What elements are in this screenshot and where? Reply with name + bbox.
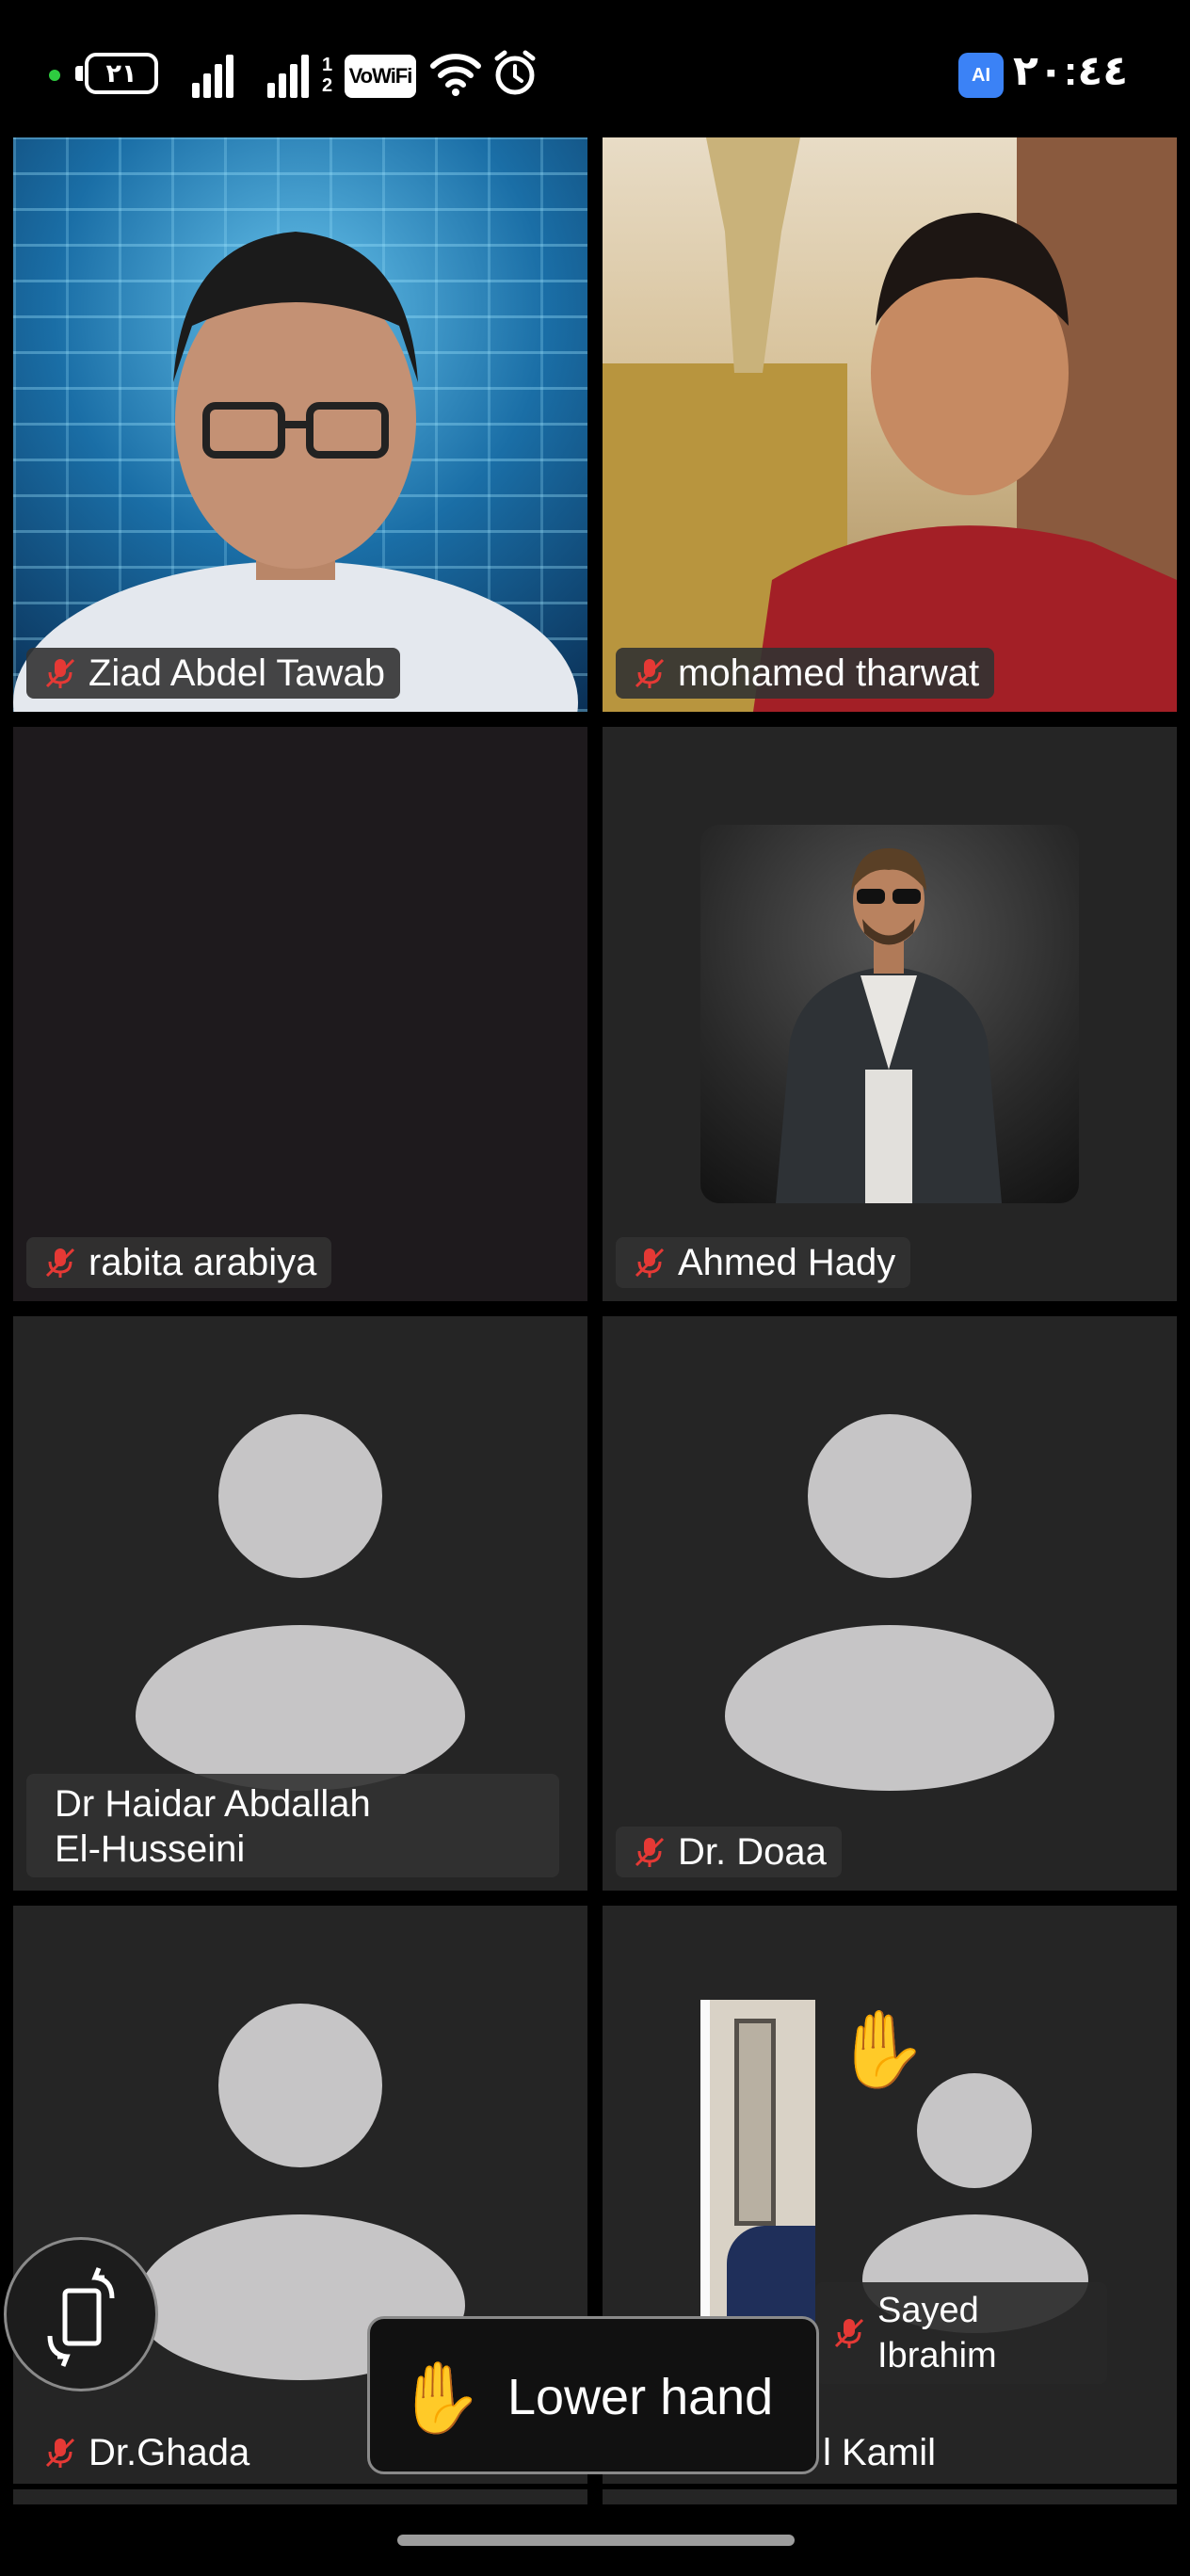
sim2-label: 12 bbox=[322, 55, 333, 96]
name-tag: Dr Haidar Abdallah El-Husseini bbox=[26, 1774, 559, 1877]
participant-name-line2: El-Husseini bbox=[55, 1828, 246, 1870]
vowifi-icon: VoWiFi bbox=[345, 55, 416, 98]
participant-name: Dr. Doaa bbox=[678, 1831, 827, 1873]
name-tag: Dr. Doaa bbox=[616, 1827, 842, 1877]
participant-name: rabita arabiya bbox=[88, 1242, 317, 1283]
participant-name: Ziad Abdel Tawab bbox=[88, 652, 386, 694]
pip-name-tag: Sayed Ibrahim bbox=[815, 2282, 1107, 2384]
mic-muted-icon bbox=[635, 1837, 665, 1867]
rotate-screen-button[interactable] bbox=[4, 2237, 158, 2391]
participant-tile-mohamed[interactable]: mohamed tharwat bbox=[603, 137, 1177, 712]
name-tag: mohamed tharwat bbox=[616, 648, 995, 699]
pip-name-line2: Ibrahim bbox=[877, 2336, 997, 2375]
mic-muted-icon bbox=[635, 658, 665, 688]
alarm-icon bbox=[494, 50, 536, 95]
avatar-placeholder bbox=[218, 1414, 382, 1578]
name-tag: l Kamil bbox=[823, 2427, 951, 2478]
name-tag: Ziad Abdel Tawab bbox=[26, 648, 401, 699]
status-bar: ٢١ 12 VoWiFi AI ٢٠:٤٤ bbox=[0, 0, 1190, 132]
participant-tile-doaa[interactable]: Dr. Doaa bbox=[603, 1316, 1177, 1891]
participant-name: l Kamil bbox=[823, 2432, 937, 2473]
mic-muted-icon bbox=[45, 2438, 75, 2468]
signal-icon-sim2 bbox=[267, 49, 314, 98]
mic-muted-icon bbox=[45, 658, 75, 688]
participant-tile-haidar[interactable]: Dr Haidar Abdallah El-Husseini bbox=[13, 1316, 587, 1891]
avatar-placeholder bbox=[808, 1414, 972, 1578]
participant-video bbox=[700, 2000, 815, 2337]
mic-muted-icon bbox=[45, 1248, 75, 1278]
name-tag: Ahmed Hady bbox=[616, 1237, 911, 1288]
clock: ٢٠:٤٤ bbox=[1013, 48, 1129, 94]
participant-name-line1: Dr Haidar Abdallah bbox=[55, 1783, 371, 1825]
profile-photo bbox=[700, 825, 1079, 1203]
battery-icon: ٢١ bbox=[85, 53, 158, 94]
wifi-icon bbox=[430, 54, 481, 96]
mic-muted-icon bbox=[834, 2318, 864, 2348]
participant-video bbox=[603, 137, 1177, 712]
lower-hand-button[interactable]: ✋ Lower hand bbox=[367, 2316, 819, 2474]
participant-tile-ziad[interactable]: Ziad Abdel Tawab bbox=[13, 137, 587, 712]
camera-indicator-dot bbox=[49, 70, 60, 81]
raised-hand-icon: ✋ bbox=[834, 2007, 928, 2091]
participant-name: Dr.Ghada bbox=[88, 2432, 250, 2473]
name-tag: Dr.Ghada bbox=[26, 2427, 265, 2478]
participant-name: Ahmed Hady bbox=[678, 1242, 896, 1283]
signal-icon-sim1 bbox=[192, 49, 239, 98]
pip-name-line1: Sayed bbox=[877, 2291, 979, 2330]
home-indicator[interactable] bbox=[397, 2535, 795, 2546]
participant-video bbox=[13, 232, 578, 712]
lower-hand-label: Lower hand bbox=[507, 2369, 774, 2425]
ai-badge-icon: AI bbox=[958, 53, 1004, 98]
name-tag: rabita arabiya bbox=[26, 1237, 332, 1288]
participant-name: mohamed tharwat bbox=[678, 652, 980, 694]
avatar-placeholder bbox=[917, 2073, 1032, 2188]
participant-tile-ahmed[interactable]: Ahmed Hady bbox=[603, 727, 1177, 1301]
raised-hand-icon: ✋ bbox=[396, 2359, 484, 2437]
mic-muted-icon bbox=[635, 1248, 665, 1278]
avatar-placeholder bbox=[218, 2004, 382, 2167]
rotate-screen-icon bbox=[47, 2267, 115, 2367]
participant-tile-rabita[interactable]: rabita arabiya bbox=[13, 727, 587, 1301]
